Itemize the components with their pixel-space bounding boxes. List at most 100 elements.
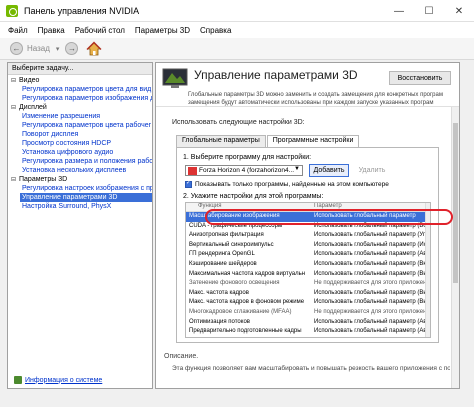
page-title: Управление параметрами 3D bbox=[194, 68, 358, 82]
row-setting[interactable]: Использовать глобальный параметр (Управ bbox=[310, 231, 430, 241]
show-only-found-checkbox[interactable]: Показывать только программы, найденные н… bbox=[185, 179, 389, 188]
title-bar: Панель управления NVIDIA — ☐ ✕ bbox=[0, 0, 474, 22]
grid-body: Масштабирование изображения Использовать … bbox=[186, 212, 430, 337]
step2-label: 2. Укажите настройки для этой программы: bbox=[183, 193, 324, 200]
row-feature: Затенение фонового освещения bbox=[189, 280, 280, 287]
maximize-button[interactable]: ☐ bbox=[414, 0, 444, 22]
use-settings-label: Использовать следующие настройки 3D: bbox=[172, 119, 305, 126]
task-pane: Выберите задачу... ⊟ Видео Регулировка па… bbox=[7, 62, 153, 389]
table-row[interactable]: ГП рендеринга OpenGL Использовать глобаль… bbox=[186, 250, 430, 260]
tree-category-video[interactable]: ⊟ Видео bbox=[8, 76, 152, 85]
main-scrollbar[interactable] bbox=[451, 107, 459, 388]
menu-3d-settings[interactable]: Параметры 3D bbox=[135, 26, 190, 35]
window-title: Панель управления NVIDIA bbox=[24, 5, 140, 16]
row-setting[interactable]: Использовать глобальный параметр (Выкл bbox=[310, 270, 430, 280]
sidebar-item-preview[interactable]: Регулировка настроек изображения с пр bbox=[8, 184, 152, 193]
sidebar-item-surround[interactable]: Настройка Surround, PhysX bbox=[8, 202, 152, 211]
menu-desktop[interactable]: Рабочий стол bbox=[75, 26, 125, 35]
row-feature: Оптимизация потоков bbox=[189, 318, 250, 325]
sidebar-item-multi-display[interactable]: Установка нескольких дисплеев bbox=[8, 166, 152, 175]
tab-global[interactable]: Глобальные параметры bbox=[176, 135, 266, 147]
back-arrow-icon: ← bbox=[12, 44, 21, 53]
back-label: Назад bbox=[27, 44, 50, 53]
row-setting[interactable]: Не поддерживается для этого приложения bbox=[310, 279, 430, 289]
row-feature: Многокадровое сглаживание (MFAA) bbox=[189, 308, 292, 315]
row-feature: Макс. частота кадров bbox=[189, 289, 249, 296]
row-setting[interactable]: Использовать глобальный параметр (Вкл) bbox=[310, 260, 430, 270]
menu-help[interactable]: Справка bbox=[200, 26, 231, 35]
scrollbar-thumb[interactable] bbox=[453, 123, 458, 283]
page-description: Глобальные параметры 3D можно заменить и… bbox=[188, 92, 443, 106]
table-row[interactable]: Затенение фонового освещения Не поддержив… bbox=[186, 279, 430, 289]
sidebar-item-audio[interactable]: Установка цифрового аудио bbox=[8, 148, 152, 157]
settings-tabs: Глобальные параметры Программные настрой… bbox=[176, 135, 360, 147]
row-feature: Анизотропная фильтрация bbox=[189, 232, 264, 239]
tree-category-3d[interactable]: ⊟ Параметры 3D bbox=[8, 175, 152, 184]
row-feature: Вертикальный синхроимпульс bbox=[189, 241, 274, 248]
row-setting[interactable]: Использовать глобальный параметр (Авто bbox=[310, 318, 430, 328]
forward-button[interactable]: → bbox=[65, 42, 79, 55]
sidebar-item-manage-3d[interactable]: Управление параметрами 3D bbox=[20, 193, 152, 202]
back-dropdown-icon[interactable]: ▾ bbox=[56, 45, 60, 53]
description-text: Эта функция позволяет вам масштабировать… bbox=[172, 365, 450, 372]
description-label: Описание. bbox=[164, 353, 199, 360]
minimize-button[interactable]: — bbox=[384, 0, 414, 22]
row-setting[interactable]: Использовать глобальный параметр (Авто bbox=[310, 327, 430, 337]
add-button[interactable]: Добавить bbox=[309, 164, 349, 177]
table-row[interactable]: Оптимизация потоков Использовать глобальн… bbox=[186, 318, 430, 328]
checkbox-checked[interactable] bbox=[185, 179, 192, 188]
sidebar-item-desktop-size[interactable]: Регулировка размера и положения рабо bbox=[8, 157, 152, 166]
highlight-annotation bbox=[205, 209, 453, 225]
row-feature: Кэширование шейдеров bbox=[189, 260, 257, 267]
table-row[interactable]: Кэширование шейдеров Использовать глобаль… bbox=[186, 260, 430, 270]
sidebar-item-video-image[interactable]: Регулировка параметров изображения д bbox=[8, 94, 152, 103]
menu-edit[interactable]: Правка bbox=[38, 26, 65, 35]
task-tree: ⊟ Видео Регулировка параметров цвета для … bbox=[8, 75, 152, 211]
step1-label: 1. Выберите программу для настройки: bbox=[183, 154, 312, 161]
program-icon bbox=[188, 166, 197, 175]
back-button[interactable]: ← bbox=[10, 42, 23, 55]
tree-category-display[interactable]: ⊟ Дисплей bbox=[8, 103, 152, 112]
page-banner: Управление параметрами 3D Восстановить Г… bbox=[156, 63, 459, 107]
program-settings-panel: 1. Выберите программу для настройки: For… bbox=[176, 147, 439, 343]
row-feature: Максимальная частота кадров виртуальн bbox=[189, 270, 306, 277]
row-feature: Предварительно подготовленные кадры bbox=[189, 328, 302, 335]
menu-file[interactable]: Файл bbox=[8, 26, 28, 35]
sidebar-item-resolution[interactable]: Изменение разрешения bbox=[8, 112, 152, 121]
close-button[interactable]: ✕ bbox=[444, 0, 474, 22]
row-feature: ГП рендеринга OpenGL bbox=[189, 251, 255, 258]
restore-button[interactable]: Восстановить bbox=[389, 71, 451, 85]
nvidia-icon bbox=[6, 4, 18, 17]
menu-bar: Файл Правка Рабочий стол Параметры 3D Сп… bbox=[0, 22, 474, 38]
home-icon[interactable] bbox=[86, 41, 102, 57]
window-controls: — ☐ ✕ bbox=[384, 0, 474, 22]
forward-arrow-icon: → bbox=[67, 44, 76, 53]
tab-program[interactable]: Программные настройки bbox=[266, 135, 360, 147]
collapse-icon: ⊟ bbox=[11, 78, 17, 84]
table-row[interactable]: Анизотропная фильтрация Использовать глоб… bbox=[186, 231, 430, 241]
system-info-link[interactable]: Информация о системе bbox=[14, 376, 102, 384]
program-select[interactable]: Forza Horizon 4 (forzahorizon4... ▼ bbox=[185, 165, 303, 176]
table-row[interactable]: Предварительно подготовленные кадры Испол… bbox=[186, 327, 430, 337]
main-pane: Управление параметрами 3D Восстановить Г… bbox=[155, 62, 460, 389]
chevron-down-icon: ▼ bbox=[294, 166, 300, 172]
row-setting[interactable]: Использовать глобальный параметр (Выкл bbox=[310, 298, 430, 308]
remove-button[interactable]: Удалить bbox=[355, 164, 389, 177]
collapse-icon: ⊟ bbox=[11, 177, 17, 183]
sidebar-item-rotate[interactable]: Поворот дисплея bbox=[8, 130, 152, 139]
row-setting[interactable]: Использовать глобальный параметр (Выкл bbox=[310, 289, 430, 299]
table-row[interactable]: Вертикальный синхроимпульс Использовать г… bbox=[186, 241, 430, 251]
task-pane-header: Выберите задачу... bbox=[8, 63, 152, 75]
table-row[interactable]: Максимальная частота кадров виртуальн Исп… bbox=[186, 270, 430, 280]
table-row[interactable]: Макс. частота кадров Использовать глобаль… bbox=[186, 289, 430, 299]
row-feature: Макс. частота кадров в фоновом режиме bbox=[189, 299, 305, 306]
row-setting[interactable]: Не поддерживается для этого приложения bbox=[310, 308, 430, 318]
sidebar-item-video-color[interactable]: Регулировка параметров цвета для вид bbox=[8, 85, 152, 94]
sidebar-item-hdcp[interactable]: Просмотр состояния HDCP bbox=[8, 139, 152, 148]
table-row[interactable]: Многокадровое сглаживание (MFAA) Не подде… bbox=[186, 308, 430, 318]
row-setting[interactable]: Использовать глобальный параметр (Автов bbox=[310, 250, 430, 260]
table-row[interactable]: Макс. частота кадров в фоновом режиме Исп… bbox=[186, 298, 430, 308]
sidebar-item-desktop-color[interactable]: Регулировка параметров цвета рабочег bbox=[8, 121, 152, 130]
toolbar: ← Назад ▾ → bbox=[0, 38, 474, 60]
row-setting[interactable]: Использовать глобальный параметр (Испол bbox=[310, 241, 430, 251]
